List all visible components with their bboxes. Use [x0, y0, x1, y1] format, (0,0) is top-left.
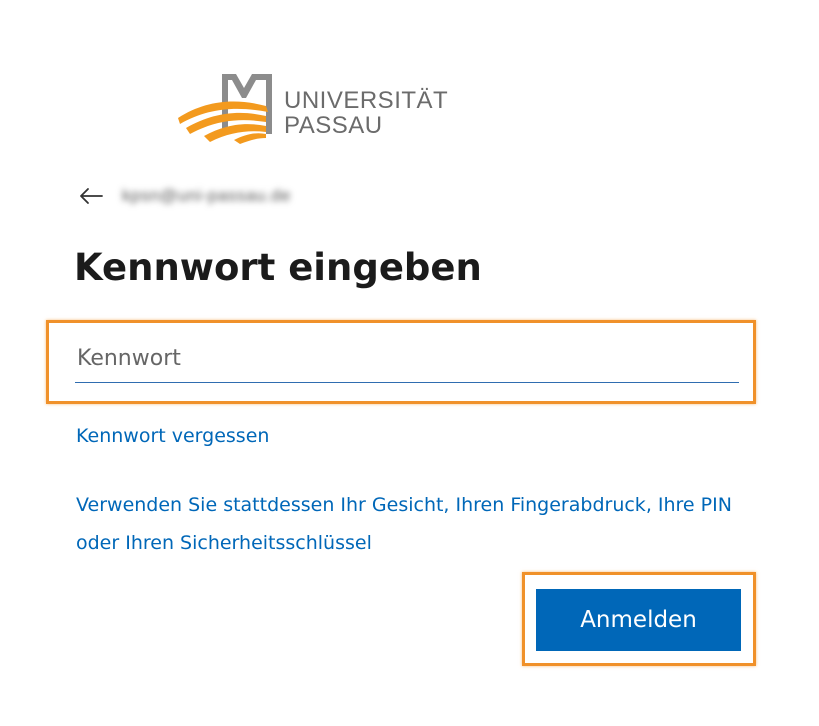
signin-button[interactable]: Anmelden	[536, 589, 741, 651]
logo-line-2: PASSAU	[284, 112, 383, 139]
logo-wordmark: UNIVERSITÄT PASSAU	[284, 88, 448, 138]
alternative-signin-link[interactable]: Verwenden Sie stattdessen Ihr Gesicht, I…	[76, 486, 756, 562]
logo-line-1: UNIVERSITÄT	[284, 87, 449, 114]
forgot-password-link[interactable]: Kennwort vergessen	[76, 422, 269, 450]
passau-logo-icon	[178, 74, 272, 144]
account-identity: kpsn@uni-passau.de	[78, 178, 291, 214]
university-logo: UNIVERSITÄT PASSAU	[176, 70, 448, 146]
account-email: kpsn@uni-passau.de	[122, 186, 291, 205]
back-arrow-icon	[80, 188, 103, 204]
password-input[interactable]	[75, 334, 739, 383]
back-button[interactable]	[78, 181, 108, 211]
page-title: Kennwort eingeben	[74, 246, 482, 289]
